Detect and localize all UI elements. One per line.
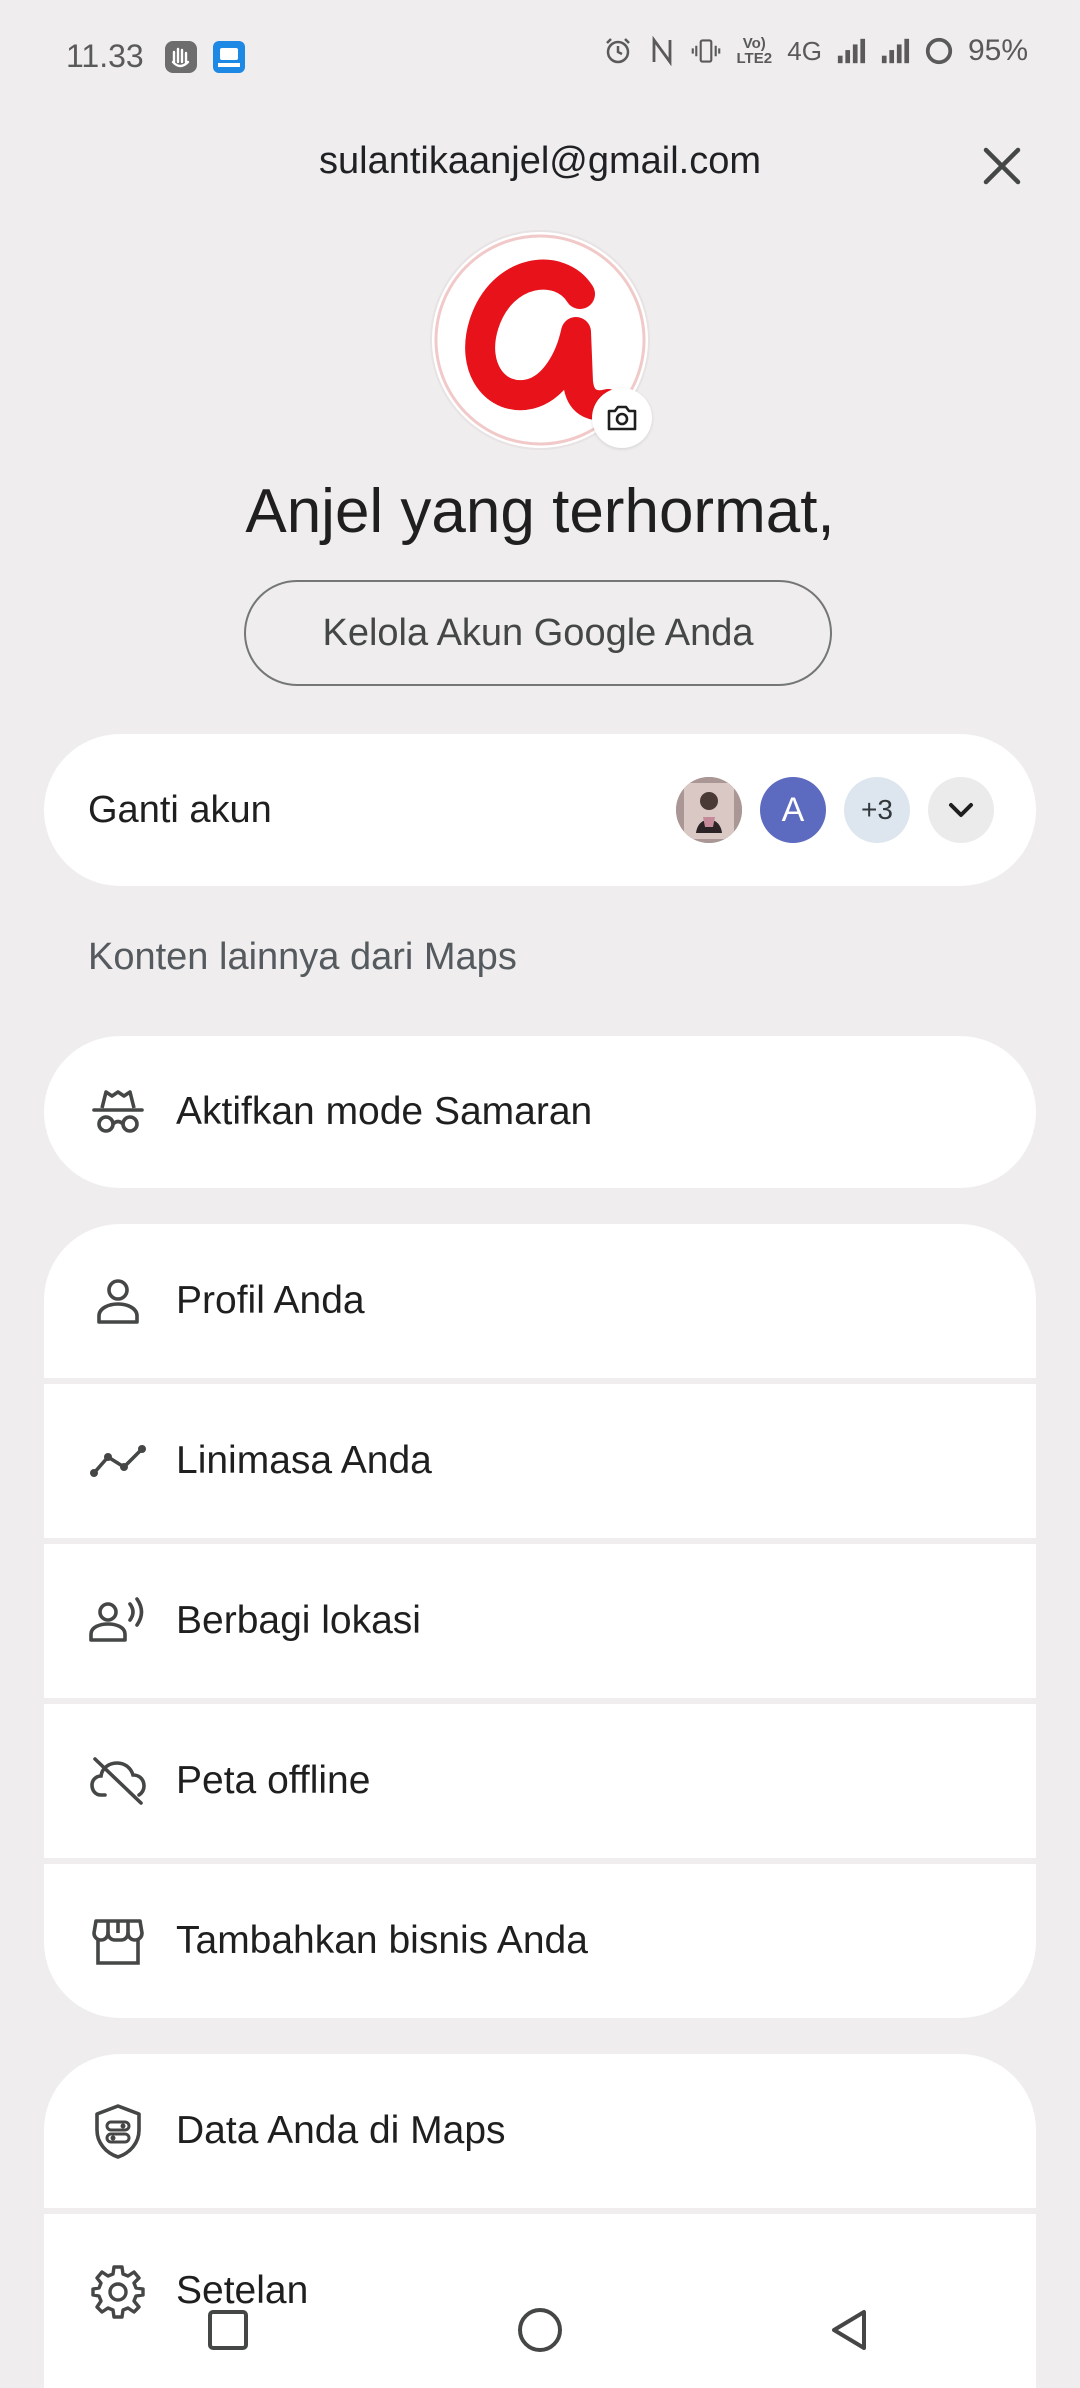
switch-account-label: Ganti akun <box>88 788 272 831</box>
section-label: Konten lainnya dari Maps <box>88 936 517 978</box>
camera-icon <box>607 405 637 431</box>
back-button[interactable] <box>810 2290 890 2370</box>
recents-button[interactable] <box>188 2290 268 2370</box>
system-navigation-bar <box>0 2290 1080 2388</box>
account-email: sulantikaanjel@gmail.com <box>319 140 761 182</box>
menu-item-offline-maps[interactable]: Peta offline <box>44 1704 1036 1858</box>
timeline-icon <box>88 1431 148 1491</box>
vibrate-icon <box>691 36 721 66</box>
close-icon <box>983 147 1021 185</box>
home-button[interactable] <box>500 2290 580 2370</box>
app-notification-icon <box>212 40 246 74</box>
home-icon <box>518 2308 562 2352</box>
battery-level: 95% <box>967 34 1028 67</box>
menu-item-label: Linimasa Anda <box>176 1439 432 1482</box>
more-accounts-badge[interactable]: +3 <box>844 777 910 843</box>
expand-accounts-button[interactable] <box>928 777 994 843</box>
signal-icon-1 <box>836 36 866 66</box>
chevron-down-icon <box>949 803 973 817</box>
change-photo-button[interactable] <box>592 388 652 448</box>
status-bar: 11.33 Vo) LTE2 4G 95% <box>0 0 1080 110</box>
menu-item-location-sharing[interactable]: Berbagi lokasi <box>44 1544 1036 1698</box>
menu-item-profile[interactable]: Profil Anda <box>44 1224 1036 1378</box>
menu-item-your-data[interactable]: Data Anda di Maps <box>44 2054 1036 2208</box>
menu-item-label: Tambahkan bisnis Anda <box>176 1919 588 1962</box>
account-avatars: A +3 <box>676 777 994 843</box>
network-type: 4G <box>787 35 822 66</box>
manage-account-button[interactable]: Kelola Akun Google Anda <box>244 580 832 686</box>
greeting: Anjel yang terhormat, <box>245 477 835 546</box>
account-avatar-a[interactable]: A <box>760 777 826 843</box>
nfc-icon <box>647 36 677 66</box>
incognito-mode-item[interactable]: Aktifkan mode Samaran <box>44 1036 1036 1188</box>
menu-item-label: Data Anda di Maps <box>176 2109 506 2152</box>
menu-group-primary: Profil Anda Linimasa Anda Berbagi lokasi… <box>44 1224 1036 2018</box>
incognito-icon <box>88 1082 148 1142</box>
switch-account-card[interactable]: Ganti akun A +3 <box>44 734 1036 886</box>
menu-item-label: Berbagi lokasi <box>176 1599 421 1642</box>
incognito-label: Aktifkan mode Samaran <box>176 1090 593 1133</box>
person-icon <box>88 1271 148 1331</box>
notification-icons <box>164 40 246 74</box>
storefront-icon <box>88 1911 148 1971</box>
incognito-card: Aktifkan mode Samaran <box>44 1036 1036 1188</box>
cloud-off-icon <box>88 1751 148 1811</box>
status-time: 11.33 <box>66 38 144 74</box>
signal-icon-2 <box>880 36 910 66</box>
battery-icon <box>924 36 954 66</box>
menu-item-label: Profil Anda <box>176 1279 365 1322</box>
close-button[interactable] <box>972 136 1032 196</box>
status-right: Vo) LTE2 4G 95% <box>603 34 1028 68</box>
volte-label: Vo) LTE2 <box>736 35 773 67</box>
hand-gesture-icon <box>164 40 198 74</box>
location-sharing-icon <box>88 1591 148 1651</box>
recents-icon <box>208 2310 248 2350</box>
menu-item-add-business[interactable]: Tambahkan bisnis Anda <box>44 1864 1036 2018</box>
alarm-icon <box>603 36 633 66</box>
shield-data-icon <box>88 2101 148 2161</box>
account-photo-avatar[interactable] <box>676 777 742 843</box>
menu-item-label: Peta offline <box>176 1759 371 1802</box>
menu-item-timeline[interactable]: Linimasa Anda <box>44 1384 1036 1538</box>
back-icon <box>832 2310 866 2350</box>
